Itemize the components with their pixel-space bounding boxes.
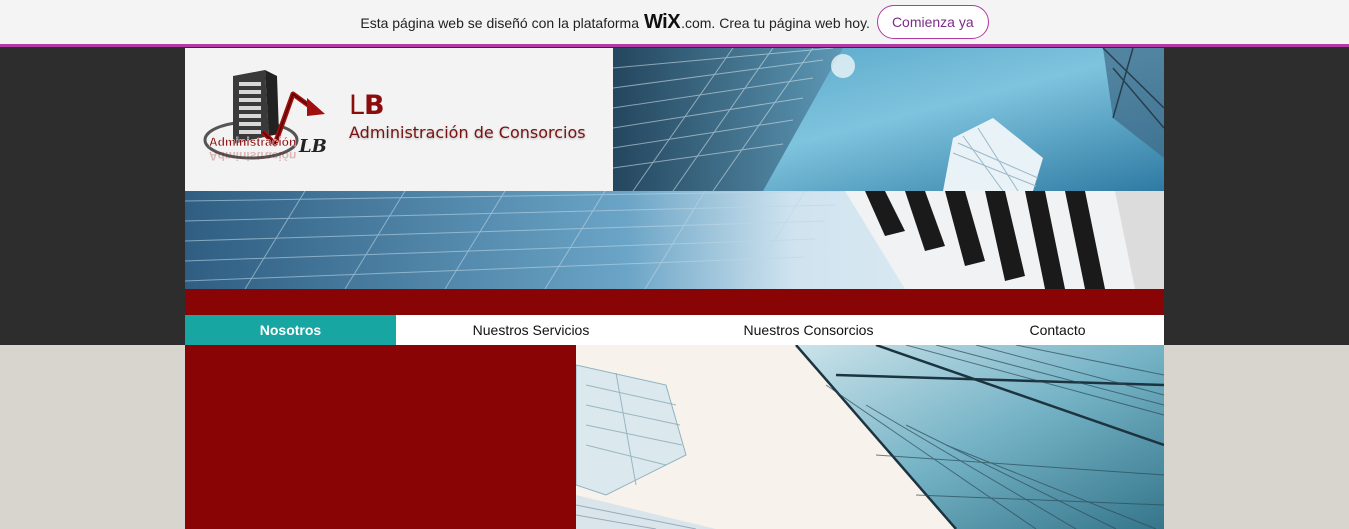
- wix-promo-text-before: Esta página web se diseñó con la platafo…: [360, 14, 639, 31]
- svg-text:Administración: Administración: [209, 149, 296, 163]
- brand-title: LB: [349, 90, 385, 121]
- nav-item-servicios[interactable]: Nuestros Servicios: [396, 315, 666, 345]
- brand-letter-l: L: [349, 90, 365, 121]
- building-icon: [233, 70, 279, 144]
- content-glass-building-image: [576, 345, 1164, 529]
- wix-logo: WiX: [643, 10, 681, 33]
- nav-item-contacto[interactable]: Contacto: [951, 315, 1164, 345]
- wix-promo-banner: Esta página web se diseñó con la platafo…: [0, 0, 1349, 47]
- logo-mark: LB: [298, 136, 327, 157]
- brand-subtitle: Administración de Consorcios: [349, 123, 586, 142]
- logo-graphic: Administración Administración LB: [203, 70, 327, 163]
- wix-promo-text-after: .com. Crea tu página web hoy.: [681, 14, 870, 31]
- logo-panel: Administración Administración LB LB Admi…: [185, 48, 613, 191]
- content-red-panel: [185, 345, 576, 529]
- start-now-button[interactable]: Comienza ya: [876, 5, 989, 39]
- nav-item-consorcios[interactable]: Nuestros Consorcios: [666, 315, 951, 345]
- main-navigation: Nosotros Nuestros Servicios Nuestros Con…: [185, 315, 1164, 345]
- header-building-image: [613, 48, 1164, 191]
- header-glass-strip-image: [185, 191, 1164, 289]
- red-accent-strip: [185, 289, 1164, 315]
- company-logo[interactable]: Administración Administración LB: [203, 66, 335, 176]
- nav-item-nosotros[interactable]: Nosotros: [185, 315, 396, 345]
- brand-letter-b: B: [364, 90, 385, 121]
- wix-promo-text: Esta página web se diseñó con la platafo…: [360, 11, 870, 34]
- logo-text: Administración: [209, 135, 296, 149]
